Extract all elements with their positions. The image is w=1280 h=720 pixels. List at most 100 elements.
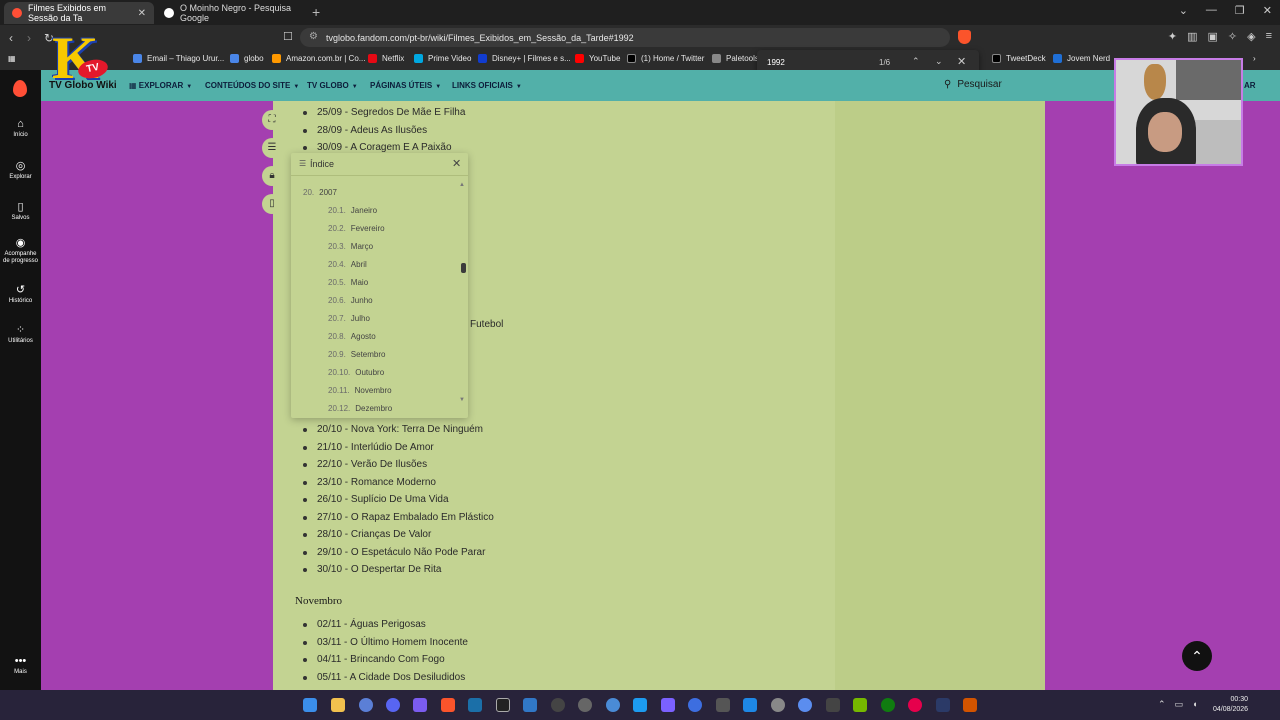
bookmark-item[interactable]: Email – Thiago Urur... xyxy=(133,54,224,63)
app-icon[interactable] xyxy=(908,698,922,712)
lock-icon[interactable]: 🔒︎ xyxy=(262,166,282,186)
url-field[interactable]: ⚙ tvglobo.fandom.com/pt-br/wiki/Filmes_E… xyxy=(300,28,950,47)
nav-links-oficiais[interactable]: LINKS OFICIAIS ▼ xyxy=(452,81,522,90)
toc-toggle-icon[interactable]: ☰ xyxy=(262,138,282,158)
bookmark-item[interactable]: YouTube xyxy=(575,54,620,63)
site-info-icon[interactable]: ⚙ xyxy=(309,31,318,42)
brave-icon[interactable] xyxy=(441,698,455,712)
wiki-search[interactable]: ⚲ Pesquisar xyxy=(944,79,1002,90)
toc-item[interactable]: 20.3. Março xyxy=(328,242,373,251)
more-bookmarks-icon[interactable]: › xyxy=(1253,54,1256,63)
toc-item[interactable]: 20.4. Abril xyxy=(328,260,367,269)
toc-item[interactable]: 20.1. Janeiro xyxy=(328,206,377,215)
tab-filmes[interactable]: Filmes Exibidos em Sessão da Ta ✕ xyxy=(4,2,154,24)
app-icon[interactable] xyxy=(523,698,537,712)
toc-item[interactable]: 20.12. Dezembro xyxy=(328,404,392,413)
app-icon[interactable] xyxy=(798,698,812,712)
toc-scrollbar-thumb[interactable] xyxy=(461,263,466,273)
rail-saved[interactable]: ▯ Salvos xyxy=(0,200,41,222)
rail-more[interactable]: ••• Mais xyxy=(0,655,41,676)
bookmark-item[interactable]: Paletools xyxy=(712,54,759,63)
steam-icon[interactable] xyxy=(468,698,482,712)
bookmark-article-icon[interactable]: ▯ xyxy=(262,194,282,214)
minimize-icon[interactable]: — xyxy=(1206,4,1217,17)
scroll-down-icon[interactable]: ▼ xyxy=(459,397,465,403)
app-icon[interactable] xyxy=(771,698,785,712)
rail-progress[interactable]: ◉ Acompanhe de progresso xyxy=(0,236,41,265)
volume-icon[interactable]: ◖ xyxy=(1192,699,1197,710)
vpn-icon[interactable]: ◈ xyxy=(1247,30,1255,43)
find-previous-icon[interactable]: ⌃ xyxy=(912,56,920,67)
toc-item[interactable]: 20.9. Setembro xyxy=(328,350,385,359)
apps-icon[interactable]: ▦ xyxy=(8,54,16,63)
epic-icon[interactable] xyxy=(496,698,510,712)
app-icon[interactable] xyxy=(413,698,427,712)
toc-item[interactable]: 20.7. Julho xyxy=(328,314,370,323)
app-icon[interactable] xyxy=(633,698,647,712)
forward-icon[interactable]: › xyxy=(27,31,31,45)
nav-conteudos[interactable]: CONTEÚDOS DO SITE ▼ xyxy=(205,81,299,90)
rail-explore[interactable]: ◎ Explorar xyxy=(0,159,41,181)
app-icon[interactable] xyxy=(963,698,977,712)
menu-icon[interactable]: ≡ xyxy=(1266,30,1272,43)
app-icon[interactable] xyxy=(716,698,730,712)
nav-paginas-uteis[interactable]: PÁGINAS ÚTEIS ▼ xyxy=(370,81,441,90)
find-close-icon[interactable]: ✕ xyxy=(957,55,966,68)
app-icon[interactable] xyxy=(826,698,840,712)
xbox-icon[interactable] xyxy=(881,698,895,712)
bookmark-item[interactable]: Disney+ | Filmes e s... xyxy=(478,54,571,63)
network-icon[interactable]: ▭ xyxy=(1175,699,1184,710)
toc-item[interactable]: 20.6. Junho xyxy=(328,296,373,305)
fandom-logo-icon[interactable] xyxy=(13,80,27,97)
brave-shield-icon[interactable] xyxy=(958,30,971,44)
bookmark-item[interactable]: globo xyxy=(230,54,264,63)
rail-home[interactable]: ⌂ Início xyxy=(0,118,41,139)
close-icon[interactable]: ✕ xyxy=(452,157,461,170)
start-icon[interactable] xyxy=(303,698,317,712)
back-to-top-button[interactable]: ⌃ xyxy=(1182,641,1212,671)
close-window-icon[interactable]: ✕ xyxy=(1263,4,1272,17)
bookmark-item[interactable]: (1) Home / Twitter xyxy=(627,54,704,63)
obs-icon[interactable] xyxy=(578,698,592,712)
bookmark-item[interactable]: Jovem Nerd xyxy=(1053,54,1110,63)
toc-section[interactable]: 20. 2007 xyxy=(303,188,337,197)
nav-tv-globo[interactable]: TV GLOBO ▼ xyxy=(307,81,358,90)
fullscreen-icon[interactable]: ⛶ xyxy=(262,110,282,130)
close-icon[interactable]: ✕ xyxy=(138,8,146,19)
file-explorer-icon[interactable] xyxy=(331,698,345,712)
find-input[interactable]: 1992 xyxy=(767,58,785,67)
rail-tools[interactable]: ⁘ Utilitários xyxy=(0,323,41,345)
tray-expand-icon[interactable]: ⌃ xyxy=(1158,699,1166,710)
discord-icon[interactable] xyxy=(386,698,400,712)
back-icon[interactable]: ‹ xyxy=(9,31,13,45)
bookmark-page-icon[interactable]: ☐ xyxy=(283,30,293,43)
chevron-down-icon[interactable]: ⌄ xyxy=(1179,4,1188,17)
nvidia-icon[interactable] xyxy=(853,698,867,712)
bookmark-item[interactable]: TweetDeck xyxy=(992,54,1046,63)
sidebar-icon[interactable]: ▥ xyxy=(1187,30,1197,43)
toc-item[interactable]: 20.5. Maio xyxy=(328,278,368,287)
toc-item[interactable]: 20.8. Agosto xyxy=(328,332,376,341)
toc-item[interactable]: 20.11. Novembro xyxy=(328,386,392,395)
app-icon[interactable] xyxy=(661,698,675,712)
ai-icon[interactable]: ✧ xyxy=(1228,30,1237,43)
rail-history[interactable]: ↺ Histórico xyxy=(0,283,41,305)
bookmark-item[interactable]: Netflix xyxy=(368,54,404,63)
toc-item[interactable]: 20.2. Fevereiro xyxy=(328,224,385,233)
signin-link[interactable]: AR xyxy=(1244,81,1256,90)
wallet-icon[interactable]: ▣ xyxy=(1207,30,1217,43)
scroll-up-icon[interactable]: ▲ xyxy=(459,182,465,188)
app-icon[interactable] xyxy=(936,698,950,712)
nav-explorar[interactable]: ▦ EXPLORAR ▼ xyxy=(129,81,192,90)
bookmark-item[interactable]: Prime Video xyxy=(414,54,471,63)
toc-item[interactable]: 20.10. Outubro xyxy=(328,368,384,377)
app-icon[interactable] xyxy=(551,698,565,712)
new-tab-button[interactable]: + xyxy=(312,4,320,20)
restore-icon[interactable]: ❐ xyxy=(1235,4,1245,17)
find-next-icon[interactable]: ⌄ xyxy=(935,56,943,67)
app-icon[interactable] xyxy=(743,698,757,712)
extensions-icon[interactable]: ✦ xyxy=(1168,30,1177,43)
taskbar-clock[interactable]: 00:30 04/08/2026 xyxy=(1213,695,1248,715)
tab-google[interactable]: O Moinho Negro - Pesquisa Google xyxy=(156,2,306,24)
browser-icon[interactable] xyxy=(359,698,373,712)
